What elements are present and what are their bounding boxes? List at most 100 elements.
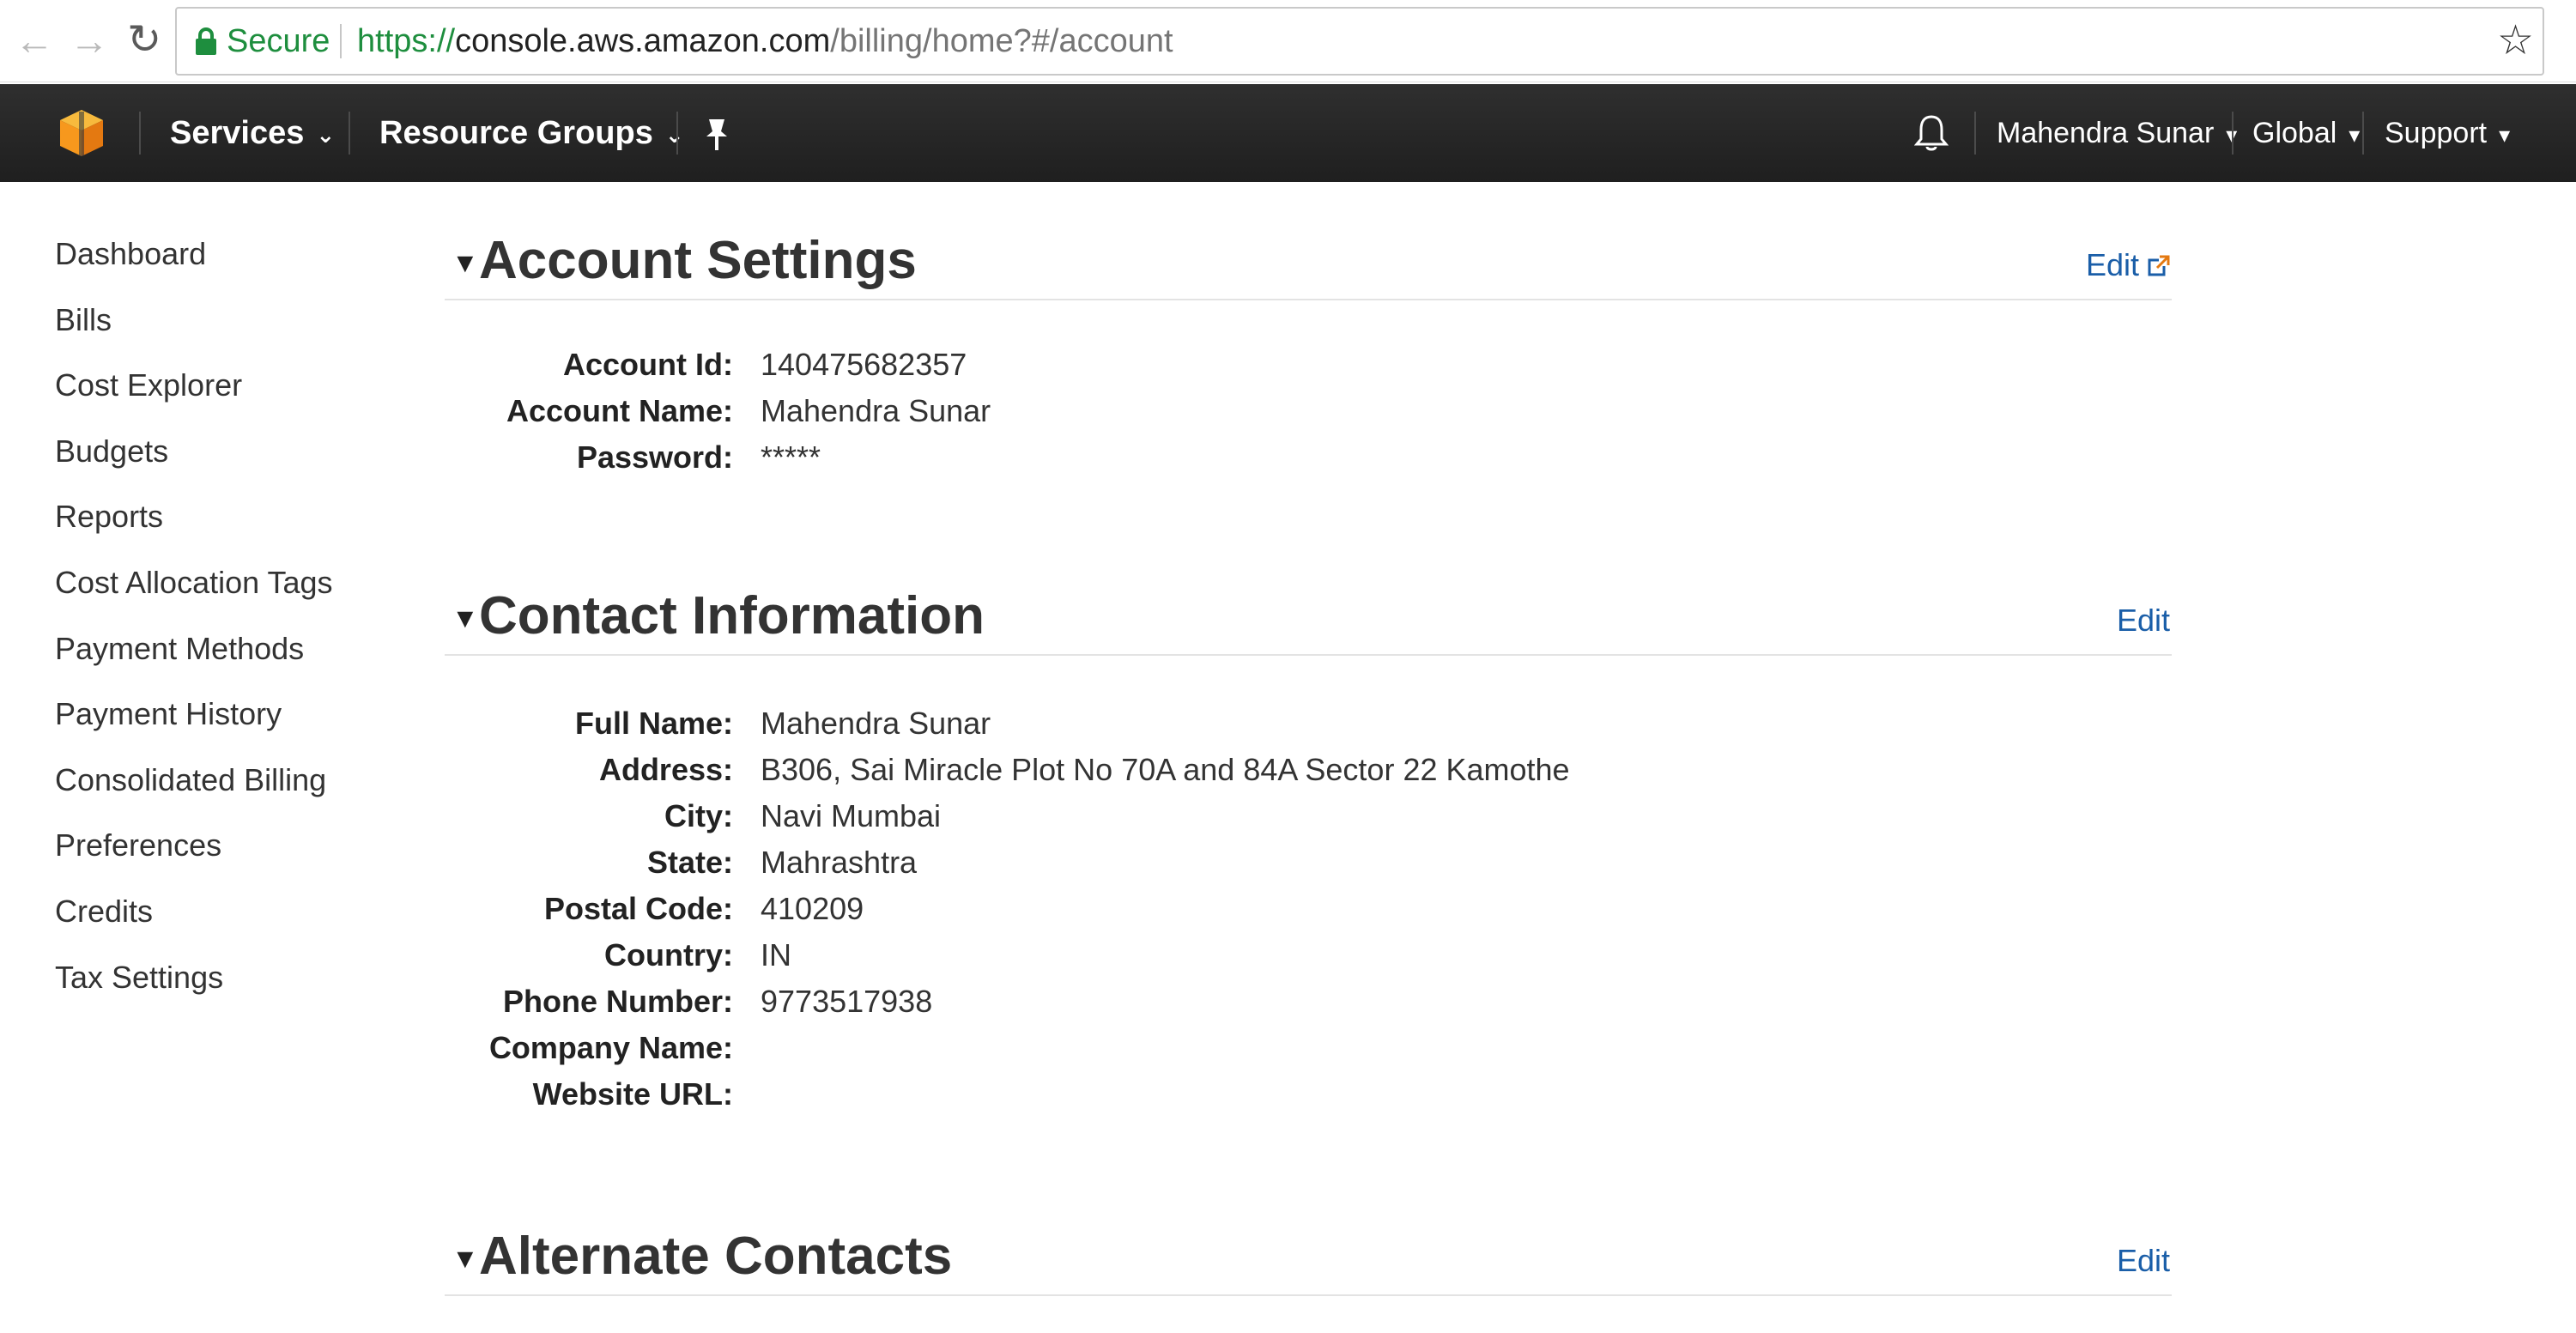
sidebar-item-cost-allocation-tags[interactable]: Cost Allocation Tags [55,557,415,623]
section-header: ▼ Alternate Contacts Edit [445,1224,2172,1296]
nav-divider [676,112,678,155]
sidebar-item-consolidated-billing[interactable]: Consolidated Billing [55,754,415,821]
section-title: Alternate Contacts [479,1227,953,1286]
section-header: ▼ Account Settings Edit [445,228,2172,300]
state-row: State: Mahrashtra [445,839,2172,886]
address-bar[interactable]: Secure https://console.aws.amazon.com/bi… [175,7,2544,76]
sidebar-item-preferences[interactable]: Preferences [55,820,415,886]
sidebar-item-bills[interactable]: Bills [55,294,415,361]
sidebar-item-payment-history[interactable]: Payment History [55,688,415,754]
sidebar-item-payment-methods[interactable]: Payment Methods [55,623,415,689]
field-label: Address: [598,752,733,787]
section-title: Account Settings [479,231,917,290]
postal-code-row: Postal Code: 410209 [445,886,2172,932]
country-row: Country: IN [445,932,2172,979]
company-name-row: Company Name: [445,1025,2172,1071]
phone-number-row: Phone Number: 9773517938 [445,979,2172,1025]
field-label: Website URL: [532,1076,733,1112]
caret-down-icon: ▾ [2499,122,2511,148]
contact-information-section: ▼ Contact Information Edit Full Name: Ma… [445,584,2172,1112]
resource-groups-menu[interactable]: Resource Groups ⌄ [379,84,684,182]
sidebar-item-reports[interactable]: Reports [55,491,415,557]
nav-divider [1974,112,1976,155]
contact-information-edit-link[interactable]: Edit [2117,603,2170,639]
field-label: Account Name: [506,393,733,428]
aws-top-navigation: Services ⌄ Resource Groups ⌄ Mahendra Suna… [0,84,2576,182]
phone-number-value: 9773517938 [761,984,933,1019]
field-label: Country: [604,937,733,972]
field-label: Password: [576,439,733,475]
field-label: City: [664,798,733,833]
billing-sidebar: Dashboard Bills Cost Explorer Budgets Re… [55,228,415,1017]
field-label: Company Name: [488,1030,733,1065]
field-label: Account Id: [563,347,733,382]
url-text[interactable]: https://console.aws.amazon.com/billing/h… [357,9,1173,74]
contact-information-fields: Full Name: Mahendra Sunar Address: B306,… [445,700,2172,1118]
bell-icon[interactable] [1914,113,1949,153]
address-value: B306, Sai Miracle Plot No 70A and 84A Se… [761,752,1570,787]
forward-arrow-icon[interactable]: → [64,12,115,69]
sidebar-item-budgets[interactable]: Budgets [55,426,415,492]
field-label: Phone Number: [502,984,733,1019]
collapse-triangle-icon[interactable]: ▼ [452,1243,479,1275]
collapse-triangle-icon[interactable]: ▼ [452,603,479,634]
sidebar-item-credits[interactable]: Credits [55,886,415,952]
field-label: State: [646,845,733,880]
support-menu[interactable]: Support ▾ [2385,84,2510,182]
url-host: console.aws.amazon.com [455,23,831,59]
user-name: Mahendra Sunar [1997,117,2215,149]
nav-divider [2232,112,2234,155]
pin-icon[interactable] [704,84,730,182]
account-name-value: Mahendra Sunar [761,393,991,428]
account-settings-section: ▼ Account Settings Edit Account Id: 1404… [445,228,2172,475]
lock-icon [196,27,216,55]
alternate-contacts-section: ▼ Alternate Contacts Edit [445,1224,2172,1296]
full-name-value: Mahendra Sunar [761,706,991,741]
external-link-icon [2148,255,2170,276]
password-row: Password: ***** [445,434,2172,481]
password-value: ***** [761,439,821,475]
section-header: ▼ Contact Information Edit [445,584,2172,656]
sidebar-item-tax-settings[interactable]: Tax Settings [55,952,415,1018]
section-title: Contact Information [479,586,985,645]
aws-cube-logo-icon[interactable] [58,108,105,158]
chevron-down-icon: ⌄ [664,121,684,148]
postal-code-value: 410209 [761,891,864,926]
website-url-row: Website URL: [445,1071,2172,1118]
caret-down-icon: ▾ [2349,122,2361,148]
services-menu[interactable]: Services ⌄ [170,84,335,182]
region-menu[interactable]: Global ▾ [2252,84,2360,182]
support-label: Support [2385,117,2488,149]
resource-groups-label: Resource Groups [379,115,653,151]
secure-label: Secure [227,23,330,59]
field-label: Full Name: [574,706,733,741]
nav-divider [2362,112,2364,155]
url-path: /billing/home?#/account [830,23,1173,59]
collapse-triangle-icon[interactable]: ▼ [452,247,479,279]
browser-toolbar: ← → ↻ Secure https://console.aws.amazon.… [0,0,2576,82]
back-arrow-icon[interactable]: ← [9,12,60,69]
city-row: City: Navi Mumbai [445,793,2172,839]
city-value: Navi Mumbai [761,798,942,833]
address-bar-divider [340,24,342,58]
account-id-value: 140475682357 [761,347,967,382]
account-settings-edit-link[interactable]: Edit [2086,247,2170,283]
nav-divider [349,112,350,155]
state-value: Mahrashtra [761,845,918,880]
url-scheme: https:// [357,23,456,59]
account-id-row: Account Id: 140475682357 [445,342,2172,388]
reload-icon[interactable]: ↻ [118,12,170,69]
chevron-down-icon: ⌄ [316,121,336,148]
bookmark-star-icon[interactable]: ☆ [2497,12,2534,70]
user-menu[interactable]: Mahendra Sunar▾ [1997,84,2237,182]
region-label: Global [2252,117,2337,149]
field-label: Postal Code: [543,891,733,926]
account-settings-fields: Account Id: 140475682357 Account Name: M… [445,342,2172,481]
account-name-row: Account Name: Mahendra Sunar [445,388,2172,434]
country-value: IN [761,937,791,972]
sidebar-item-dashboard[interactable]: Dashboard [55,228,415,294]
full-name-row: Full Name: Mahendra Sunar [445,700,2172,747]
alternate-contacts-edit-link[interactable]: Edit [2117,1243,2170,1279]
nav-divider [139,112,141,155]
sidebar-item-cost-explorer[interactable]: Cost Explorer [55,360,415,426]
